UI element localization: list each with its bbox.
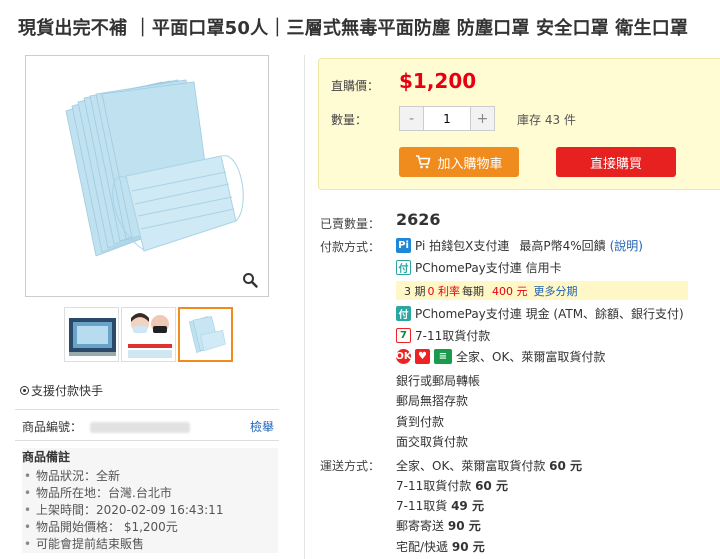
note-condition: 物品狀況：全新 <box>22 468 278 485</box>
notes-list: 物品狀況：全新 物品所在地：台灣.台北市 上架時間：2020-02-09 16:… <box>22 468 278 553</box>
product-id-label: 商品編號： <box>22 420 83 434</box>
note-location: 物品所在地：台灣.台北市 <box>22 485 278 502</box>
notes-title: 商品備註 <box>22 450 71 464</box>
thumbnail-sanitizer[interactable] <box>64 307 119 362</box>
divider <box>15 440 279 441</box>
qty-plus-button[interactable]: + <box>470 106 495 131</box>
shipping-option: 郵寄寄送 90 元 <box>396 519 481 533</box>
shipping-option: 7-11取貨付款 60 元 <box>396 479 508 493</box>
cart-icon <box>416 155 432 169</box>
main-product-image[interactable] <box>25 55 269 297</box>
radio-dot-icon <box>20 386 29 395</box>
payment-post: 郵局無摺存款 <box>396 394 469 408</box>
divider <box>15 409 279 410</box>
shipping-option: 7-11取貨 49 元 <box>396 499 484 513</box>
buy-now-button[interactable]: 直接購買 <box>556 147 676 177</box>
shipping-option: 全家、OK、萊爾富取貨付款 60 元 <box>396 459 583 473</box>
price-value: $1,200 <box>399 69 477 93</box>
payment-home-cod: 貨到付款 <box>396 415 445 429</box>
product-notes: 商品備註 物品狀況：全新 物品所在地：台灣.台北市 上架時間：2020-02-0… <box>22 448 278 553</box>
note-early-end: 可能會提前結束販售 <box>22 536 278 553</box>
seven-eleven-icon: 7 <box>396 328 411 343</box>
shipping-option: 宅配/快遞 90 元 <box>396 540 485 554</box>
sold-label: 已賣數量： <box>320 217 381 231</box>
column-divider <box>304 55 305 559</box>
thumbnail-people-masks[interactable] <box>121 307 176 362</box>
zoom-icon[interactable] <box>242 272 258 288</box>
pi-wallet-icon: Pi <box>396 238 411 253</box>
pchomepay-icon: 付 <box>396 260 411 275</box>
price-label: 直購價： <box>331 79 380 93</box>
sold-count: 2626 <box>396 210 441 229</box>
payment-pchome-card: 付 PChomePay支付連 信用卡 <box>396 259 562 276</box>
note-start-price: 物品開始價格： $1,200元 <box>22 519 278 536</box>
payment-label: 付款方式： <box>320 240 381 254</box>
report-link[interactable]: 檢舉 <box>250 418 274 435</box>
payment-family-cod: OK ♥ ≡ 全家、OK、萊爾富取貨付款 <box>395 349 606 364</box>
mask-stack-image <box>65 79 244 257</box>
add-to-cart-button[interactable]: 加入購物車 <box>399 147 519 177</box>
stock-text: 庫存 43 件 <box>517 113 576 127</box>
note-listed-time: 上架時間：2020-02-09 16:43:11 <box>22 502 278 519</box>
qty-input[interactable] <box>424 106 470 131</box>
payment-bank: 銀行或郵局轉帳 <box>396 374 481 388</box>
ok-mart-icon: OK <box>395 349 412 364</box>
hilife-icon: ♥ <box>415 349 430 364</box>
purchase-box: 直購價： $1,200 數量： - + 庫存 43 件 加入購物車 直接購買 <box>318 58 720 190</box>
family-mart-icon: ≡ <box>434 349 452 364</box>
payment-face: 面交取貨付款 <box>396 435 469 449</box>
product-id-row: 商品編號： 檢舉 <box>22 418 274 435</box>
more-installments-link[interactable]: 更多分期 <box>534 283 578 299</box>
pchomepay-icon: 付 <box>396 306 411 321</box>
fast-pay-support: 支援付款快手 <box>20 382 103 399</box>
thumbnail-mask-stack[interactable] <box>178 307 233 362</box>
payment-pchome-cash: 付 PChomePay支付連 現金 (ATM、餘額、銀行支付) <box>396 305 684 322</box>
thumbnail-strip <box>64 307 233 362</box>
payment-711-cod: 7 7-11取貨付款 <box>396 327 490 344</box>
product-title: 現貨出完不補 ｜平面口罩50人｜三層式無毒平面防塵 防塵口罩 安全口罩 衛生口罩 <box>18 18 689 39</box>
shipping-label: 運送方式： <box>320 459 381 473</box>
installment-row: 3 期 0 利率 每期 400 元 更多分期 <box>396 281 688 300</box>
qty-minus-button[interactable]: - <box>399 106 424 131</box>
payment-pi: Pi Pi 拍錢包X支付連 最高P幣4%回饋 (說明) <box>396 237 643 254</box>
product-id-redacted <box>90 422 191 433</box>
qty-label: 數量： <box>331 113 368 127</box>
quantity-stepper: - + <box>399 106 495 131</box>
pi-explain-link[interactable]: (說明) <box>610 237 643 254</box>
